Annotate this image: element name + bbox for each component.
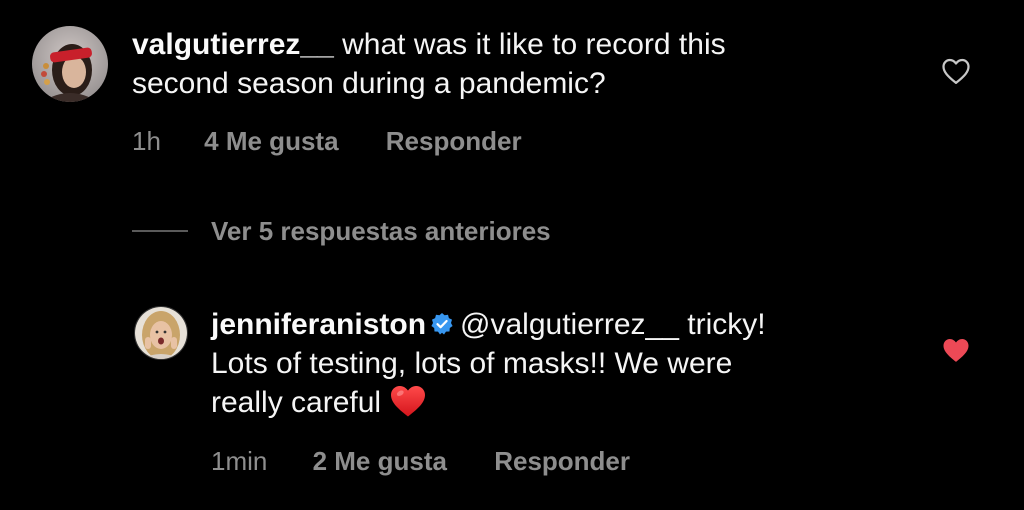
- reply-text-line2: Lots of testing, lots of masks!! We were: [211, 347, 733, 380]
- comment-meta: 1h 4 Me gusta Responder: [132, 126, 522, 156]
- reply-mention-link[interactable]: @valgutierrez__: [460, 308, 679, 341]
- reply-username[interactable]: jenniferaniston: [211, 308, 426, 341]
- avatar-image-icon: [32, 26, 108, 102]
- verified-badge-icon: [430, 307, 454, 335]
- reply-text-line3: really careful: [211, 386, 382, 419]
- reply-meta: 1min 2 Me gusta Responder: [211, 446, 630, 476]
- comment-likes-count[interactable]: 4 Me gusta: [204, 126, 338, 156]
- avatar-valgutierrez[interactable]: [32, 26, 108, 102]
- heart-filled-icon: [943, 339, 969, 362]
- replies-divider: [132, 230, 188, 232]
- reply-like-button[interactable]: [941, 336, 971, 364]
- reply-body: jenniferaniston @valgutierrez__ tricky! …: [211, 305, 931, 422]
- reply-text-line1: tricky!: [678, 308, 766, 341]
- comment-reply-button[interactable]: Responder: [386, 126, 522, 156]
- comment-username[interactable]: valgutierrez__: [132, 28, 334, 61]
- heart-emoji: [389, 384, 427, 418]
- comment-like-button[interactable]: [941, 57, 971, 85]
- comment-time: 1h: [132, 126, 161, 156]
- heart-outline-icon: [942, 58, 970, 84]
- comment-body: valgutierrez__ what was it like to recor…: [132, 25, 912, 103]
- comment-text-line2: second season during a pandemic?: [132, 67, 606, 100]
- comment-text-line1: what was it like to record this: [342, 28, 726, 61]
- avatar-jenniferaniston[interactable]: [134, 306, 188, 360]
- view-previous-replies-button[interactable]: Ver 5 respuestas anteriores: [211, 216, 551, 246]
- reply-likes-count[interactable]: 2 Me gusta: [313, 446, 447, 476]
- reply-reply-button[interactable]: Responder: [494, 446, 630, 476]
- reply-time: 1min: [211, 446, 268, 476]
- avatar-image-icon: [135, 307, 187, 359]
